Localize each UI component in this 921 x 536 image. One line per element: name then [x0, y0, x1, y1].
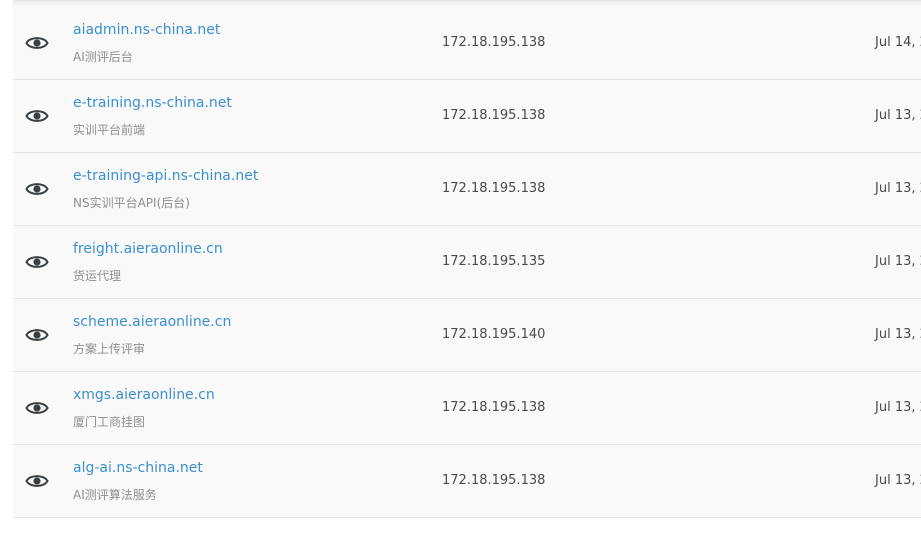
domain-list-panel: aiadmin.ns-china.net AI测评后台 172.18.195.1… — [13, 0, 921, 518]
ip-address: 172.18.195.135 — [442, 254, 546, 269]
ip-address: 172.18.195.138 — [442, 400, 546, 415]
eye-icon[interactable] — [25, 471, 49, 491]
domain-description: NS实训平台API(后台) — [73, 196, 190, 210]
table-row: e-training-api.ns-china.net NS实训平台API(后台… — [13, 153, 921, 226]
domain-link[interactable]: alg-ai.ns-china.net — [73, 460, 203, 476]
eye-icon[interactable] — [25, 325, 49, 345]
table-row: freight.aieraonline.cn 货运代理 172.18.195.1… — [13, 226, 921, 299]
ip-address: 172.18.195.138 — [442, 181, 546, 196]
table-row: xmgs.aieraonline.cn 厦门工商挂图 172.18.195.13… — [13, 372, 921, 445]
ip-address: 172.18.195.138 — [442, 35, 546, 50]
domain-link[interactable]: scheme.aieraonline.cn — [73, 314, 231, 330]
date-text: Jul 13, 2 — [875, 108, 921, 123]
domain-description: AI测评后台 — [73, 50, 133, 64]
ip-address: 172.18.195.138 — [442, 473, 546, 488]
table-row: scheme.aieraonline.cn 方案上传评审 172.18.195.… — [13, 299, 921, 372]
eye-icon[interactable] — [25, 33, 49, 53]
date-text: Jul 13, 2 — [875, 327, 921, 342]
eye-icon[interactable] — [25, 179, 49, 199]
domain-description: 厦门工商挂图 — [73, 415, 146, 429]
date-text: Jul 13, 2 — [875, 400, 921, 415]
date-text: Jul 13, 2 — [875, 473, 921, 488]
domain-description: 货运代理 — [73, 269, 122, 283]
eye-icon[interactable] — [25, 252, 49, 272]
domain-link[interactable]: e-training.ns-china.net — [73, 95, 232, 111]
table-row: aiadmin.ns-china.net AI测评后台 172.18.195.1… — [13, 7, 921, 80]
eye-icon[interactable] — [25, 106, 49, 126]
domain-description: 方案上传评审 — [73, 342, 146, 356]
domain-link[interactable]: xmgs.aieraonline.cn — [73, 387, 215, 403]
date-text: Jul 13, 2 — [875, 181, 921, 196]
table-row: alg-ai.ns-china.net AI测评算法服务 172.18.195.… — [13, 445, 921, 518]
eye-icon[interactable] — [25, 398, 49, 418]
ip-address: 172.18.195.138 — [442, 108, 546, 123]
domain-link[interactable]: freight.aieraonline.cn — [73, 241, 223, 257]
domain-description: 实训平台前端 — [73, 123, 146, 137]
date-text: Jul 14, 2 — [875, 35, 921, 50]
date-text: Jul 13, 2 — [875, 254, 921, 269]
ip-address: 172.18.195.140 — [442, 327, 546, 342]
table-row: e-training.ns-china.net 实训平台前端 172.18.19… — [13, 80, 921, 153]
domain-link[interactable]: e-training-api.ns-china.net — [73, 168, 258, 184]
domain-description: AI测评算法服务 — [73, 488, 157, 502]
domain-link[interactable]: aiadmin.ns-china.net — [73, 22, 220, 38]
